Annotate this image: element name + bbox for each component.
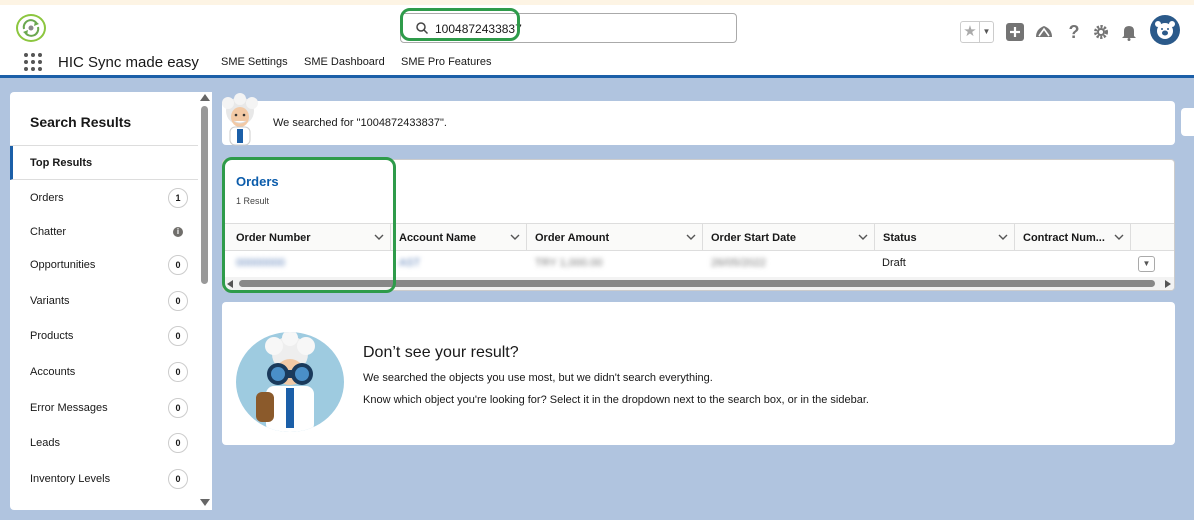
count-badge: 0 xyxy=(168,469,188,489)
scroll-up-icon[interactable] xyxy=(200,94,210,101)
account-name-link[interactable]: AST xyxy=(399,257,420,269)
column-header-status[interactable]: Status xyxy=(875,224,1015,251)
add-icon[interactable] xyxy=(1004,21,1026,43)
side-panel-tab[interactable] xyxy=(1181,108,1194,136)
einstein-mascot-icon xyxy=(222,93,258,146)
search-banner: We searched for "1004872433837". xyxy=(222,101,1175,145)
count-badge: 0 xyxy=(168,362,188,382)
scroll-down-icon[interactable] xyxy=(200,499,210,506)
column-header-order-number[interactable]: Order Number xyxy=(223,224,391,251)
trailhead-icon[interactable] xyxy=(1033,21,1055,43)
sidebar-item-products[interactable]: Products 0 xyxy=(10,319,198,353)
sidebar-item-chatter[interactable]: Chatter i xyxy=(10,215,198,249)
search-icon xyxy=(416,22,429,35)
sidebar-item-accounts[interactable]: Accounts 0 xyxy=(10,355,198,389)
no-result-text-2: Know which object you're looking for? Se… xyxy=(363,394,869,406)
chevron-down-icon[interactable] xyxy=(686,232,696,242)
nav-item-sme-dashboard[interactable]: SME Dashboard xyxy=(304,56,385,68)
count-badge: 0 xyxy=(168,398,188,418)
sidebar-item-label: Orders xyxy=(30,192,64,204)
scroll-thumb[interactable] xyxy=(201,106,208,284)
app-logo[interactable] xyxy=(16,14,46,42)
sidebar-item-label: Chatter xyxy=(30,226,67,238)
order-start-date-cell: 26/05/2022 xyxy=(711,257,767,269)
column-header-order-amount[interactable]: Order Amount xyxy=(527,224,703,251)
sidebar-item-label: Leads xyxy=(30,437,60,449)
chevron-down-icon[interactable] xyxy=(510,232,520,242)
app-nav-bar: HIC Sync made easy SME Settings SME Dash… xyxy=(0,46,1194,78)
notifications-bell-icon[interactable] xyxy=(1118,21,1140,43)
chevron-down-icon[interactable] xyxy=(858,232,868,242)
user-avatar[interactable] xyxy=(1150,15,1180,45)
banner-text: We searched for "1004872433837". xyxy=(273,117,447,129)
sidebar-scrollbar[interactable] xyxy=(198,92,212,510)
no-result-title: Don’t see your result? xyxy=(363,344,519,361)
sidebar-item-label: Top Results xyxy=(30,157,93,169)
sidebar-item-label: Opportunities xyxy=(30,259,96,271)
sidebar-item-orders[interactable]: Orders 1 xyxy=(10,181,198,215)
table-row: 00000000 AST TRY 1,000.00 26/05/2022 Dra… xyxy=(223,251,1174,276)
sidebar-item-label: Inventory Levels xyxy=(30,473,111,485)
column-header-contract-number[interactable]: Contract Num... xyxy=(1015,224,1131,251)
app-launcher-icon[interactable] xyxy=(24,53,42,71)
einstein-binoculars-illustration xyxy=(236,332,344,432)
astro-avatar-icon xyxy=(1155,21,1175,39)
scroll-thumb[interactable] xyxy=(239,280,1155,287)
nav-item-sme-settings[interactable]: SME Settings xyxy=(221,56,288,68)
count-badge: 0 xyxy=(168,255,188,275)
chevron-down-icon[interactable] xyxy=(374,232,384,242)
chevron-down-icon[interactable] xyxy=(998,232,1008,242)
no-result-help-card: Don’t see your result? We searched the o… xyxy=(222,302,1175,445)
help-icon[interactable]: ? xyxy=(1063,21,1085,43)
sidebar-item-label: Products xyxy=(30,330,74,342)
favorites-dropdown-icon[interactable]: ▼ xyxy=(979,22,993,42)
chevron-down-icon[interactable] xyxy=(1114,232,1124,242)
order-number-link[interactable]: 00000000 xyxy=(236,257,285,269)
sidebar-item-error-messages[interactable]: Error Messages 0 xyxy=(10,391,198,425)
order-amount-cell: TRY 1,000.00 xyxy=(535,257,603,269)
count-badge: 0 xyxy=(168,326,188,346)
sidebar-item-label: Accounts xyxy=(30,366,76,378)
global-search-box[interactable]: 1004872433837 xyxy=(400,13,737,43)
sidebar-item-label: Variants xyxy=(30,295,70,307)
setup-gear-icon[interactable] xyxy=(1090,21,1112,43)
search-results-sidebar: Search Results Top Results Orders 1 Chat… xyxy=(10,92,198,510)
orders-result-count: 1 Result xyxy=(236,196,270,206)
count-badge: 1 xyxy=(168,188,188,208)
sync-logo-icon xyxy=(22,19,40,37)
scroll-left-icon[interactable] xyxy=(227,280,233,288)
sidebar-item-opportunities[interactable]: Opportunities 0 xyxy=(10,248,198,282)
row-actions-dropdown-icon[interactable]: ▼ xyxy=(1138,256,1155,272)
table-horizontal-scrollbar[interactable] xyxy=(223,277,1174,290)
status-cell: Draft xyxy=(882,257,906,269)
sidebar-item-label: Error Messages xyxy=(30,402,108,414)
count-badge: 0 xyxy=(168,433,188,453)
global-header: 1004872433837 ★ ▼ ? xyxy=(0,5,1194,46)
favorites-star-icon[interactable]: ★ xyxy=(961,22,979,42)
column-header-order-start-date[interactable]: Order Start Date xyxy=(703,224,875,251)
orders-title-link[interactable]: Orders xyxy=(236,174,279,189)
sidebar-title: Search Results xyxy=(30,114,132,130)
sidebar-item-leads[interactable]: Leads 0 xyxy=(10,426,198,460)
table-header: Order Number Account Name Order Amount O… xyxy=(223,223,1174,251)
sidebar-item-variants[interactable]: Variants 0 xyxy=(10,284,198,318)
search-input-value[interactable]: 1004872433837 xyxy=(435,22,522,36)
nav-item-sme-pro-features[interactable]: SME Pro Features xyxy=(401,56,491,68)
column-header-account-name[interactable]: Account Name xyxy=(391,224,527,251)
count-badge: 0 xyxy=(168,291,188,311)
sidebar-item-inventory-levels[interactable]: Inventory Levels 0 xyxy=(10,462,198,496)
favorites-button[interactable]: ★ ▼ xyxy=(960,21,994,43)
info-icon: i xyxy=(173,227,183,237)
app-name: HIC Sync made easy xyxy=(58,54,199,71)
scroll-right-icon[interactable] xyxy=(1165,280,1171,288)
orders-results-card: Orders 1 Result Order Number Account Nam… xyxy=(222,159,1175,291)
no-result-text-1: We searched the objects you use most, bu… xyxy=(363,372,713,384)
sidebar-item-top-results[interactable]: Top Results xyxy=(10,146,198,180)
